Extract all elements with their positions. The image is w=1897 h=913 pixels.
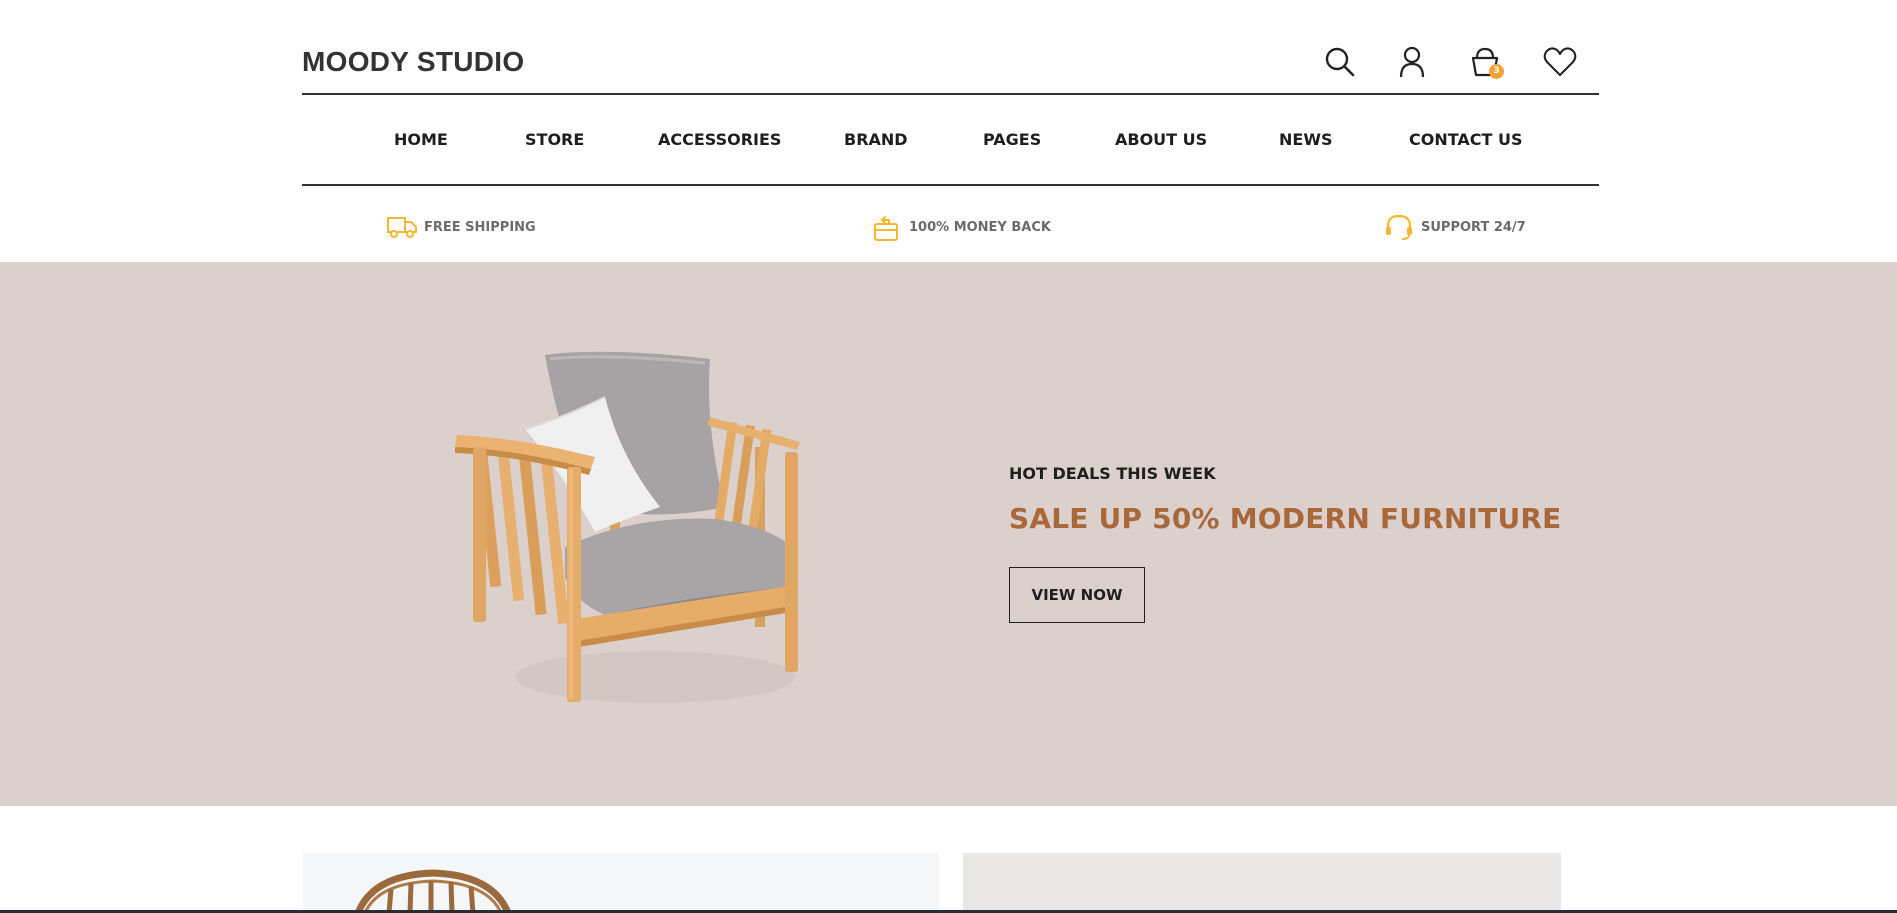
wooden-chair-image bbox=[354, 869, 512, 913]
feature-label: FREE SHIPPING bbox=[424, 219, 536, 235]
nav-item-brand[interactable]: BRAND bbox=[844, 130, 908, 149]
main-nav: HOME STORE ACCESSORIES BRAND PAGES ABOUT… bbox=[302, 95, 1599, 186]
nav-item-pages[interactable]: PAGES bbox=[983, 130, 1041, 149]
nav-item-accessories[interactable]: ACCESSORIES bbox=[658, 130, 781, 149]
feature-label: 100% MONEY BACK bbox=[909, 219, 1051, 235]
cart-icon[interactable]: 3 bbox=[1467, 44, 1504, 80]
nav-item-home[interactable]: HOME bbox=[394, 130, 448, 149]
features-strip: FREE SHIPPING 100% MONEY BACK SUPPORT 24… bbox=[0, 188, 1897, 262]
cart-count-badge: 3 bbox=[1489, 64, 1504, 79]
truck-icon bbox=[387, 217, 417, 238]
armchair-image bbox=[455, 351, 800, 703]
feature-money-back: 100% MONEY BACK bbox=[871, 212, 1051, 242]
site-header: MOODY STUDIO 3 bbox=[302, 0, 1599, 95]
nav-item-store[interactable]: STORE bbox=[525, 130, 584, 149]
site-logo[interactable]: MOODY STUDIO bbox=[302, 46, 524, 78]
headset-icon bbox=[1386, 214, 1412, 240]
view-now-button[interactable]: VIEW NOW bbox=[1009, 567, 1145, 623]
promo-banner-right[interactable] bbox=[963, 853, 1561, 913]
promo-banner-left[interactable] bbox=[303, 853, 939, 913]
nav-item-about-us[interactable]: ABOUT US bbox=[1115, 130, 1207, 149]
money-back-icon bbox=[874, 216, 898, 241]
feature-label: SUPPORT 24/7 bbox=[1421, 219, 1526, 235]
user-icon[interactable] bbox=[1394, 44, 1430, 80]
feature-free-shipping: FREE SHIPPING bbox=[386, 212, 536, 242]
nav-item-contact-us[interactable]: CONTACT US bbox=[1409, 130, 1523, 149]
feature-support: SUPPORT 24/7 bbox=[1383, 212, 1526, 242]
hero-title: SALE UP 50% MODERN FURNITURE bbox=[1009, 502, 1562, 535]
heart-icon[interactable] bbox=[1542, 44, 1578, 80]
search-icon[interactable] bbox=[1322, 44, 1358, 80]
hero-subtitle: HOT DEALS THIS WEEK bbox=[1009, 464, 1216, 483]
hero-banner: HOT DEALS THIS WEEK SALE UP 50% MODERN F… bbox=[0, 262, 1897, 806]
nav-item-news[interactable]: NEWS bbox=[1279, 130, 1333, 149]
